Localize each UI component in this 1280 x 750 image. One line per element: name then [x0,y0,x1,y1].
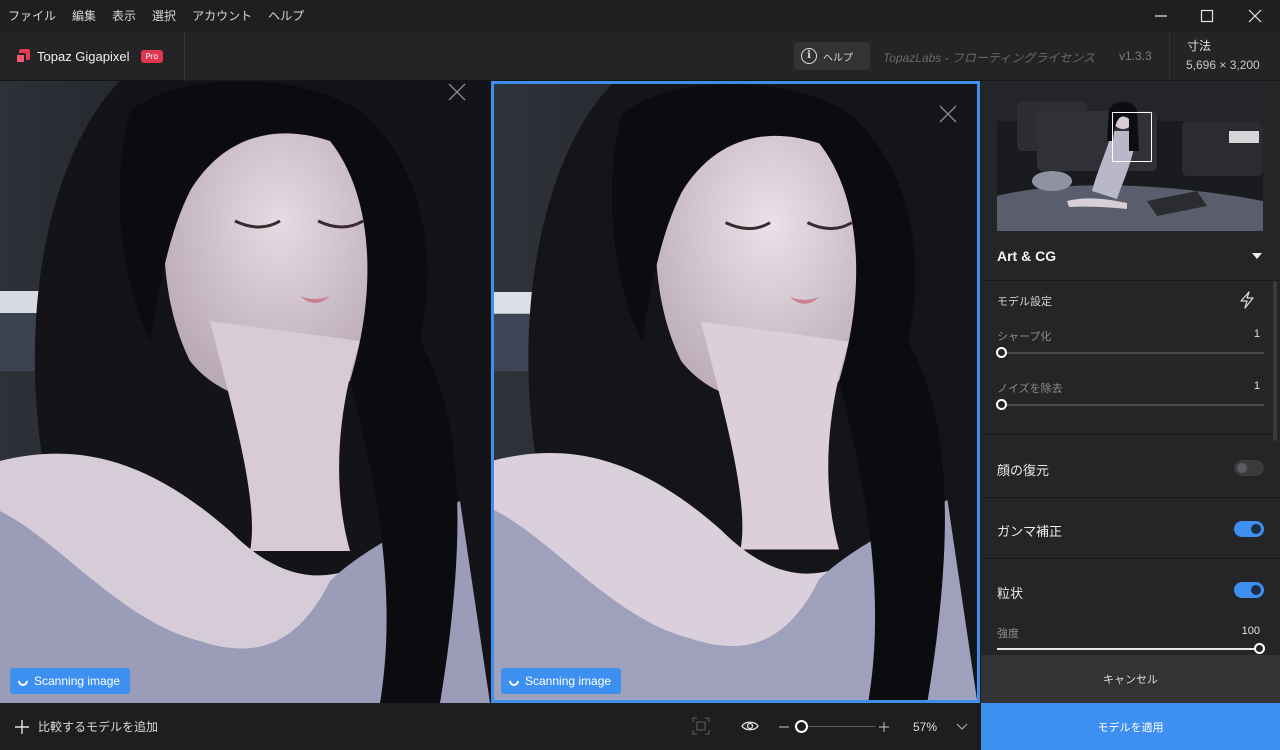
scanning-badge: Scanning image [10,668,131,694]
strength-slider-track[interactable] [997,648,1264,650]
grain-label: 粒状 [997,587,1024,602]
strength-slider-knob[interactable] [1254,643,1265,654]
plus-icon [15,719,29,734]
remove-preview-icon[interactable] [937,103,959,125]
help-label: ヘルプ [823,52,853,64]
model-settings-title: モデル設定 [997,295,1052,308]
auto-bolt-icon[interactable] [1239,291,1255,309]
app-window: ファイル 編集 表示 選択 アカウント ヘルプ Topaz Gigapixel … [0,0,1280,750]
zoom-out-icon[interactable] [778,721,790,733]
strength-label: 強度 [997,627,1019,640]
grain-row: 粒状 強度 100 [981,559,1280,655]
eye-icon[interactable] [741,719,759,733]
menu-view[interactable]: 表示 [104,0,144,32]
navigator-thumbnail[interactable] [997,81,1263,231]
menu-file[interactable]: ファイル [0,0,64,32]
minimize-icon [1155,15,1167,17]
model-settings: モデル設定 シャープ化 1 ノイズを除去 1 [981,281,1280,435]
face-recovery-row: 顔の復元 [981,436,1280,498]
gamma-toggle[interactable] [1234,521,1264,537]
scanning-label: Scanning image [34,674,121,688]
app-header: Topaz Gigapixel Pro i ヘルプ TopazLabs - フロ… [0,32,1280,81]
settings-sidebar: Art & CG モデル設定 シャープ化 1 ノイズを除去 1 顔の復元 ガンマ… [981,81,1280,750]
spinner-icon [15,673,31,689]
zoom-slider-knob[interactable] [795,720,808,733]
processed-image [494,84,977,700]
spinner-icon [506,673,522,689]
remove-preview-icon[interactable] [446,81,468,103]
original-preview[interactable]: Scanning image [0,81,490,703]
chevron-down-icon[interactable] [956,722,968,732]
dimensions-value: 5,696 × 3,200 [1186,58,1260,72]
model-dropdown[interactable]: Art & CG [981,231,1280,281]
gamma-label: ガンマ補正 [997,525,1063,540]
sharpen-slider-knob[interactable] [996,347,1007,358]
brand: Topaz Gigapixel Pro [15,32,164,81]
header-divider [1169,32,1170,81]
processed-preview[interactable]: Scanning image [491,81,980,703]
maximize-icon [1200,9,1214,23]
cancel-button[interactable]: キャンセル [981,655,1280,703]
sharpen-value: 1 [1253,328,1260,340]
minimize-button[interactable] [1138,0,1184,32]
help-button[interactable]: i ヘルプ [794,42,870,70]
version-text: v1.3.3 [1119,49,1152,63]
denoise-label: ノイズを除去 [997,382,1063,395]
crop-focus-icon[interactable] [692,717,710,735]
close-icon [1248,9,1262,23]
info-icon: i [801,48,817,64]
brand-name: Topaz Gigapixel [37,49,130,64]
sharpen-label: シャープ化 [997,330,1052,343]
menu-help[interactable]: ヘルプ [260,0,312,32]
header-divider [184,32,185,81]
menu-select[interactable]: 選択 [144,0,184,32]
topaz-logo-icon [15,49,30,64]
menubar: ファイル 編集 表示 選択 アカウント ヘルプ [0,0,1280,32]
dimensions-label: 寸法 [1187,39,1212,53]
scanning-label: Scanning image [525,674,612,688]
zoom-in-icon[interactable] [878,721,890,733]
add-compare-label: 比較するモデルを追加 [38,720,159,734]
maximize-button[interactable] [1184,0,1230,32]
face-recovery-toggle[interactable] [1234,460,1264,476]
denoise-slider-knob[interactable] [996,399,1007,410]
sidebar-scrollbar[interactable] [1273,281,1277,441]
chevron-down-icon [1252,252,1262,259]
apply-model-button[interactable]: モデルを適用 [981,703,1280,750]
menu-account[interactable]: アカウント [184,0,260,32]
denoise-value: 1 [1253,380,1260,392]
license-text: TopazLabs - フローティングライセンス [883,51,1095,65]
gamma-row: ガンマ補正 [981,498,1280,559]
model-name: Art & CG [997,247,1057,264]
strength-value: 100 [1241,625,1260,637]
denoise-slider-track[interactable] [997,404,1264,406]
pro-badge: Pro [140,50,164,63]
scanning-badge: Scanning image [501,668,622,694]
close-window-button[interactable] [1232,0,1278,32]
zoom-level[interactable]: 57% [913,720,937,734]
menu-edit[interactable]: 編集 [64,0,104,32]
bottom-toolbar: 比較するモデルを追加 57% [0,703,981,750]
face-recovery-label: 顔の復元 [997,464,1050,479]
add-compare-button[interactable]: 比較するモデルを追加 [14,703,158,750]
sharpen-slider-track[interactable] [997,352,1264,354]
navigator-viewport-rect[interactable] [1112,112,1152,162]
original-image [0,81,490,703]
grain-toggle[interactable] [1234,582,1264,598]
